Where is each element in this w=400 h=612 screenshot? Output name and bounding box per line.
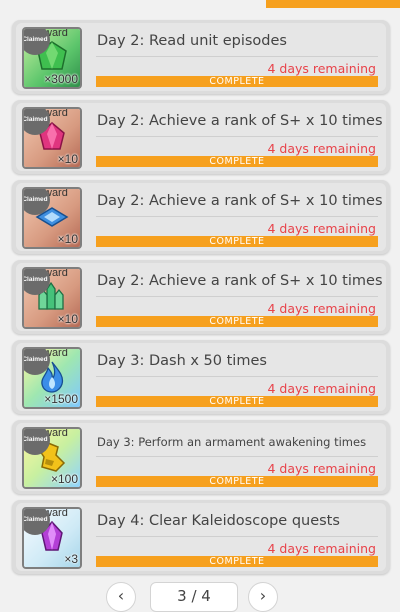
status-label: COMPLETE bbox=[209, 556, 265, 567]
progress-bar: COMPLETE bbox=[96, 76, 378, 87]
reward-box[interactable]: ward Claimed ×10 bbox=[22, 187, 82, 249]
divider bbox=[96, 216, 378, 217]
divider bbox=[96, 456, 378, 457]
mission-card[interactable]: ward Claimed ×100 Day 3: Perform an arma… bbox=[12, 420, 390, 494]
status-label: COMPLETE bbox=[209, 76, 265, 87]
reward-quantity: ×3 bbox=[64, 552, 78, 566]
progress-bar: COMPLETE bbox=[96, 556, 378, 567]
time-remaining: 4 days remaining bbox=[267, 61, 376, 76]
mission-title: Day 2: Achieve a rank of S+ x 10 times bbox=[97, 113, 382, 129]
mission-title: Day 3: Perform an armament awakening tim… bbox=[97, 435, 367, 449]
mission-card[interactable]: ward Claimed ×3 Day 4: Clear Kaleidoscop… bbox=[12, 500, 390, 574]
divider bbox=[96, 136, 378, 137]
next-page-button[interactable]: › bbox=[248, 582, 278, 612]
mission-title: Day 2: Read unit episodes bbox=[97, 33, 287, 49]
reward-box[interactable]: ward Claimed ×3000 bbox=[22, 27, 82, 89]
reward-box[interactable]: ward Claimed ×1500 bbox=[22, 347, 82, 409]
divider bbox=[96, 376, 378, 377]
status-label: COMPLETE bbox=[209, 396, 265, 407]
time-remaining: 4 days remaining bbox=[267, 541, 376, 556]
reward-box[interactable]: ward Claimed ×10 bbox=[22, 267, 82, 329]
reward-quantity: ×10 bbox=[57, 312, 78, 326]
mission-card[interactable]: ward Claimed ×3000 Day 2: Read unit epis… bbox=[12, 20, 390, 94]
status-label: COMPLETE bbox=[209, 476, 265, 487]
divider bbox=[96, 56, 378, 57]
time-remaining: 4 days remaining bbox=[267, 381, 376, 396]
status-label: COMPLETE bbox=[209, 316, 265, 327]
mission-card[interactable]: ward Claimed ×10 Day 2: Achieve a rank o… bbox=[12, 260, 390, 334]
mission-card-body: ward Claimed ×100 Day 3: Perform an arma… bbox=[16, 423, 386, 491]
prev-page-button[interactable]: ‹ bbox=[106, 582, 136, 612]
progress-bar: COMPLETE bbox=[96, 236, 378, 247]
reward-quantity: ×1500 bbox=[44, 392, 78, 406]
progress-bar: COMPLETE bbox=[96, 316, 378, 327]
top-tab-indicator bbox=[266, 0, 400, 8]
mission-title: Day 2: Achieve a rank of S+ x 10 times bbox=[97, 193, 382, 209]
mission-card-body: ward Claimed ×1500 Day 3: Dash x 50 time… bbox=[16, 343, 386, 411]
time-remaining: 4 days remaining bbox=[267, 301, 376, 316]
mission-title: Day 3: Dash x 50 times bbox=[97, 353, 267, 369]
mission-card-body: ward Claimed ×10 Day 2: Achieve a rank o… bbox=[16, 263, 386, 331]
divider bbox=[96, 296, 378, 297]
pagination: ‹ 3 / 4 › bbox=[0, 578, 400, 612]
mission-card-body: ward Claimed ×3 Day 4: Clear Kaleidoscop… bbox=[16, 503, 386, 571]
reward-quantity: ×100 bbox=[50, 472, 78, 486]
reward-quantity: ×10 bbox=[57, 232, 78, 246]
reward-box[interactable]: ward Claimed ×100 bbox=[22, 427, 82, 489]
reward-quantity: ×3000 bbox=[44, 72, 78, 86]
reward-box[interactable]: ward Claimed ×10 bbox=[22, 107, 82, 169]
mission-card[interactable]: ward Claimed ×10 Day 2: Achieve a rank o… bbox=[12, 100, 390, 174]
mission-title: Day 4: Clear Kaleidoscope quests bbox=[97, 513, 340, 529]
mission-card[interactable]: ward Claimed ×10 Day 2: Achieve a rank o… bbox=[12, 180, 390, 254]
mission-title: Day 2: Achieve a rank of S+ x 10 times bbox=[97, 273, 382, 289]
progress-bar: COMPLETE bbox=[96, 476, 378, 487]
reward-quantity: ×10 bbox=[57, 152, 78, 166]
mission-card[interactable]: ward Claimed ×1500 Day 3: Dash x 50 time… bbox=[12, 340, 390, 414]
time-remaining: 4 days remaining bbox=[267, 141, 376, 156]
time-remaining: 4 days remaining bbox=[267, 461, 376, 476]
status-label: COMPLETE bbox=[209, 236, 265, 247]
progress-bar: COMPLETE bbox=[96, 156, 378, 167]
mission-card-body: ward Claimed ×10 Day 2: Achieve a rank o… bbox=[16, 183, 386, 251]
reward-box[interactable]: ward Claimed ×3 bbox=[22, 507, 82, 569]
divider bbox=[96, 536, 378, 537]
mission-card-body: ward Claimed ×3000 Day 2: Read unit epis… bbox=[16, 23, 386, 91]
mission-list: ward Claimed ×3000 Day 2: Read unit epis… bbox=[12, 20, 390, 580]
mission-card-body: ward Claimed ×10 Day 2: Achieve a rank o… bbox=[16, 103, 386, 171]
progress-bar: COMPLETE bbox=[96, 396, 378, 407]
time-remaining: 4 days remaining bbox=[267, 221, 376, 236]
status-label: COMPLETE bbox=[209, 156, 265, 167]
page-indicator: 3 / 4 bbox=[150, 582, 238, 612]
